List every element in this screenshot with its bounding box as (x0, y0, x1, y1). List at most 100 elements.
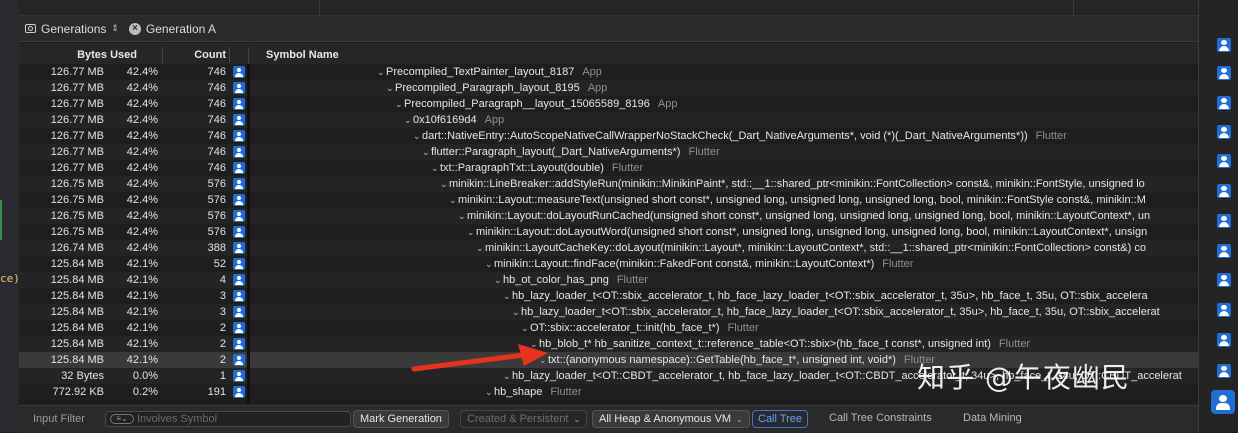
disclosure-chevron-icon[interactable]: ⌄ (386, 80, 395, 96)
table-row[interactable]: 126.77 MB 42.4% 746 ⌄Precompiled_Paragraph_… (19, 96, 1198, 112)
disclosure-chevron-icon[interactable]: ⌄ (485, 256, 494, 272)
library-name: App (587, 82, 608, 94)
created-persistent-select[interactable]: Created & Persistent ⌄ (460, 410, 588, 428)
disclosure-chevron-icon[interactable]: ⌄ (485, 384, 494, 400)
disclosure-chevron-icon[interactable]: ⌄ (404, 112, 413, 128)
table-row[interactable]: 125.84 MB 42.1% 4 ⌄hb_ot_color_has_png Flutt… (19, 272, 1198, 288)
user-code-icon (1217, 184, 1231, 198)
disclosure-chevron-icon[interactable]: ⌄ (449, 192, 458, 208)
symbol-name: hb_shape (494, 386, 543, 398)
filter-bar: Input Filter ≡⌄ Mark Generation Created … (19, 405, 1198, 433)
tab-data-mining[interactable]: Data Mining (963, 412, 1022, 424)
editor-strip: ce) (0, 0, 20, 432)
table-row[interactable]: 125.84 MB 42.1% 3 ⌄hb_lazy_loader_t<OT::sbi… (19, 288, 1198, 304)
table-row[interactable]: 126.75 MB 42.4% 576 ⌄minikin::Layout::doLay… (19, 224, 1198, 240)
generations-popup[interactable]: Generations ⇕ (25, 22, 119, 36)
filter-input[interactable] (137, 413, 337, 425)
library-name: App (484, 114, 505, 126)
allocation-type-label: All Heap & Anonymous VM (599, 413, 732, 425)
disclosure-chevron-icon[interactable]: ⌄ (395, 96, 404, 112)
table-row[interactable]: 126.75 MB 42.4% 576 ⌄minikin::Layout::measu… (19, 192, 1198, 208)
table-row[interactable]: 125.84 MB 42.1% 52 ⌄minikin::Layout::findFa… (19, 256, 1198, 272)
symbol-name: minikin::Layout::measureText(unsigned sh… (458, 194, 1146, 206)
symbol-name: txt::ParagraphTxt::Layout(double) (440, 162, 604, 174)
user-code-icon (233, 146, 245, 158)
disclosure-chevron-icon[interactable]: ⌄ (431, 160, 440, 176)
table-row[interactable]: 125.84 MB 42.1% 3 ⌄hb_lazy_loader_t<OT::sbi… (19, 304, 1198, 320)
camera-icon (25, 24, 36, 33)
bytes-used-cell: 126.75 MB (50, 210, 104, 222)
percent-cell: 42.4% (126, 114, 158, 126)
table-row[interactable]: 126.75 MB 42.4% 576 ⌄minikin::LineBreaker::… (19, 176, 1198, 192)
percent-cell: 42.4% (126, 98, 158, 110)
mark-generation-button[interactable]: Mark Generation (353, 410, 449, 428)
table-row[interactable]: 126.77 MB 42.4% 746 ⌄txt::ParagraphTxt::Lay… (19, 160, 1198, 176)
bytes-used-cell: 125.84 MB (50, 322, 104, 334)
user-code-icon (1217, 66, 1231, 80)
user-code-icon (233, 338, 245, 350)
table-row[interactable]: 126.77 MB 42.4% 746 ⌄dart::NativeEntry::Aut… (19, 128, 1198, 144)
symbol-name: 0x10f6169d4 (413, 114, 477, 126)
allocation-type-select[interactable]: All Heap & Anonymous VM ⌄ (592, 410, 750, 428)
disclosure-chevron-icon[interactable]: ⌄ (377, 64, 386, 80)
user-code-icon[interactable] (1211, 390, 1235, 414)
filter-menu-icon[interactable]: ≡⌄ (110, 414, 134, 424)
count-cell: 746 (207, 146, 226, 158)
percent-cell: 42.4% (126, 162, 158, 174)
table-row[interactable]: 126.75 MB 42.4% 576 ⌄minikin::Layout::doLay… (19, 208, 1198, 224)
generation-a-token[interactable]: × Generation A (128, 22, 216, 36)
percent-cell: 42.4% (126, 242, 158, 254)
count-cell: 1 (219, 370, 226, 382)
percent-cell: 42.1% (126, 354, 158, 366)
symbol-cell: ⌄minikin::Layout::measureText(unsigned s… (449, 192, 1146, 208)
symbol-cell: ⌄flutter::Paragraph_layout(_Dart_NativeA… (422, 144, 720, 160)
table-row[interactable]: 126.77 MB 42.4% 746 ⌄0x10f6169d4 App (19, 112, 1198, 128)
user-code-icon (1217, 273, 1231, 287)
table-row[interactable]: 126.77 MB 42.4% 746 ⌄flutter::Paragraph_lay… (19, 144, 1198, 160)
close-icon[interactable]: × (128, 22, 141, 35)
tab-call-tree-constraints[interactable]: Call Tree Constraints (829, 412, 932, 424)
disclosure-chevron-icon[interactable]: ⌄ (521, 320, 530, 336)
dropdown-chevron-icon: ⌄ (736, 415, 743, 424)
percent-cell: 42.1% (126, 290, 158, 302)
table-row[interactable]: 126.77 MB 42.4% 746 ⌄Precompiled_Paragraph_… (19, 80, 1198, 96)
count-cell: 746 (207, 114, 226, 126)
library-name: Flutter (550, 386, 582, 398)
symbol-name: Precompiled_Paragraph_layout_8195 (395, 82, 580, 94)
bytes-used-cell: 125.84 MB (50, 354, 104, 366)
percent-cell: 42.4% (126, 146, 158, 158)
disclosure-chevron-icon[interactable]: ⌄ (467, 224, 476, 240)
user-code-icon (233, 98, 245, 110)
percent-cell: 42.4% (126, 130, 158, 142)
disclosure-chevron-icon[interactable]: ⌄ (458, 208, 467, 224)
table-row[interactable]: 126.74 MB 42.4% 388 ⌄minikin::LayoutCacheKe… (19, 240, 1198, 256)
generations-label: Generations (41, 21, 107, 36)
table-row[interactable]: 125.84 MB 42.1% 2 ⌄OT::sbix::accelerator_t:… (19, 320, 1198, 336)
disclosure-chevron-icon[interactable]: ⌄ (494, 272, 503, 288)
disclosure-chevron-icon[interactable]: ⌄ (476, 240, 485, 256)
count-cell: 576 (207, 226, 226, 238)
disclosure-chevron-icon[interactable]: ⌄ (512, 304, 521, 320)
disclosure-chevron-icon[interactable]: ⌄ (503, 288, 512, 304)
library-name: App (582, 66, 602, 78)
user-code-icon (233, 162, 245, 174)
tab-call-tree[interactable]: Call Tree (752, 410, 809, 428)
bytes-used-cell: 125.84 MB (50, 306, 104, 318)
bytes-used-cell: 126.77 MB (50, 66, 104, 78)
table-row[interactable]: 125.84 MB 42.1% 2 ⌄hb_blob_t* hb_sanitize_c… (19, 336, 1198, 352)
call-tree-table[interactable]: 126.77 MB 42.4% 746 ⌄Precompiled_TextPainte… (19, 64, 1198, 404)
user-code-icon (233, 386, 245, 398)
symbol-cell: ⌄OT::sbix::accelerator_t::init(hb_face_t… (521, 320, 759, 336)
disclosure-chevron-icon[interactable]: ⌄ (422, 144, 431, 160)
user-code-icon (233, 354, 245, 366)
count-cell: 2 (219, 354, 226, 366)
table-row[interactable]: 126.77 MB 42.4% 746 ⌄Precompiled_TextPainte… (19, 64, 1198, 80)
symbol-name: minikin::Layout::doLayoutWord(unsigned s… (476, 226, 1148, 238)
bytes-used-cell: 125.84 MB (50, 290, 104, 302)
count-cell: 576 (207, 194, 226, 206)
disclosure-chevron-icon[interactable]: ⌄ (440, 176, 449, 192)
count-cell: 576 (207, 210, 226, 222)
disclosure-chevron-icon[interactable]: ⌄ (413, 128, 422, 144)
percent-cell: 42.4% (126, 194, 158, 206)
filter-field[interactable]: ≡⌄ (105, 411, 351, 427)
